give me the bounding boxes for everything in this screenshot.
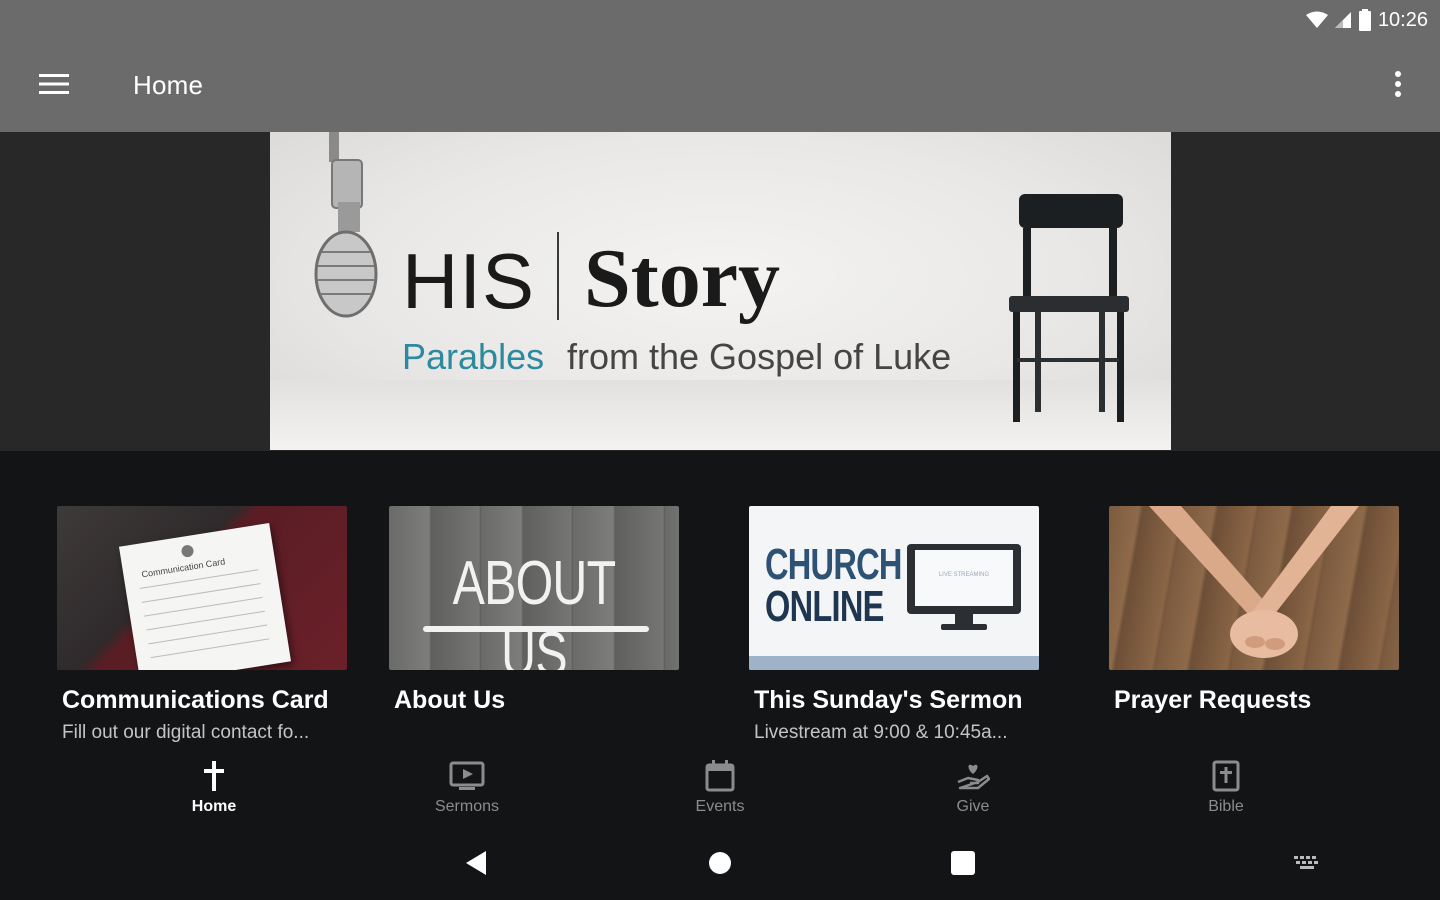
- wifi-icon: [1305, 11, 1328, 29]
- chair-icon: [1005, 192, 1135, 437]
- overflow-menu-button[interactable]: [1384, 66, 1412, 106]
- give-hand-heart-icon: [956, 756, 990, 796]
- hamburger-menu-button[interactable]: [30, 66, 78, 106]
- communication-card-paper: Communication Card: [118, 522, 292, 670]
- form-line: [150, 638, 270, 659]
- nav-tab-label: Give: [956, 798, 990, 815]
- card-sunday-sermon[interactable]: CHURCH ONLINE LIVE STREAMING This Sunday…: [749, 506, 1039, 743]
- hero-subtitle: from the Gospel of Luke: [567, 336, 952, 377]
- hero-subtitle-highlight: Parables: [402, 336, 545, 377]
- bottom-navigation: Home Sermons Events Give Bible: [0, 756, 1440, 826]
- more-vert-icon: [1395, 70, 1401, 102]
- card-subtitle: Livestream at 9:00 & 10:45a...: [754, 722, 1008, 743]
- hero-banner[interactable]: HIS Story Parables from the Gospel of Lu…: [270, 132, 1171, 450]
- nav-tab-label: Sermons: [434, 798, 500, 815]
- card-thumbnail: [1109, 506, 1399, 670]
- card-title: Communications Card: [62, 686, 329, 714]
- hamburger-icon: [39, 73, 69, 100]
- nav-tab-label: Events: [695, 798, 745, 815]
- recents-square-icon: [951, 850, 975, 880]
- card-title: About Us: [394, 686, 506, 714]
- hero-title-story: Story: [584, 232, 780, 325]
- back-triangle-icon: [464, 849, 488, 882]
- system-back-button[interactable]: [456, 848, 496, 882]
- nav-tab-home[interactable]: Home: [154, 756, 274, 822]
- keyboard-icon: [1294, 855, 1320, 875]
- page-title: Home: [133, 70, 204, 100]
- hero-title-his: HIS: [402, 237, 536, 325]
- system-home-button[interactable]: [700, 848, 740, 882]
- nav-tab-give[interactable]: Give: [913, 756, 1033, 822]
- card-thumbnail: ABOUT US: [389, 506, 679, 670]
- card-subtitle: Fill out our digital contact fo...: [62, 722, 310, 743]
- monitor-icon: [905, 542, 1023, 639]
- clock-time: 10:26: [1377, 8, 1428, 31]
- system-navigation-bar: [0, 830, 1440, 900]
- nav-tab-bible[interactable]: Bible: [1166, 756, 1286, 822]
- calendar-icon: [705, 756, 735, 796]
- thumb-about-us-text: ABOUT US: [452, 549, 616, 670]
- thumb-bottom-stripe: [749, 656, 1039, 670]
- app-screen: 10:26 Home HIS Story Parables from the G…: [0, 0, 1440, 900]
- cell-signal-icon: [1334, 11, 1352, 29]
- card-thumbnail: CHURCH ONLINE LIVE STREAMING: [749, 506, 1039, 670]
- status-bar: 10:26: [0, 0, 1440, 40]
- nav-tab-events[interactable]: Events: [660, 756, 780, 822]
- card-title: Prayer Requests: [1114, 686, 1312, 714]
- card-prayer-requests[interactable]: Prayer Requests: [1109, 506, 1399, 714]
- card-communications[interactable]: Communication Card Communications Card F…: [57, 506, 347, 743]
- praying-hands-icon: [1109, 506, 1399, 670]
- card-title: This Sunday's Sermon: [754, 686, 1023, 714]
- hero-title-divider: [557, 232, 559, 320]
- cross-icon: [204, 756, 224, 796]
- system-recents-button[interactable]: [943, 848, 983, 882]
- status-icons: 10:26: [1305, 6, 1428, 34]
- nav-tab-sermons[interactable]: Sermons: [407, 756, 527, 822]
- system-keyboard-button[interactable]: [1287, 848, 1327, 882]
- nav-tab-label: Bible: [1208, 798, 1244, 815]
- thumb-online-text: ONLINE: [765, 582, 884, 631]
- thumb-screen-text: LIVE STREAMING: [938, 572, 990, 578]
- microphone-icon: [304, 132, 378, 327]
- app-bar: Home: [0, 40, 1440, 132]
- battery-icon: [1358, 9, 1372, 31]
- thumb-underline: [423, 626, 649, 632]
- home-circle-icon: [708, 851, 732, 880]
- bible-book-icon: [1212, 756, 1240, 796]
- tv-play-icon: [449, 756, 485, 796]
- card-about-us[interactable]: ABOUT US About Us: [389, 506, 679, 714]
- card-thumbnail: Communication Card: [57, 506, 347, 670]
- nav-tab-label: Home: [191, 798, 237, 815]
